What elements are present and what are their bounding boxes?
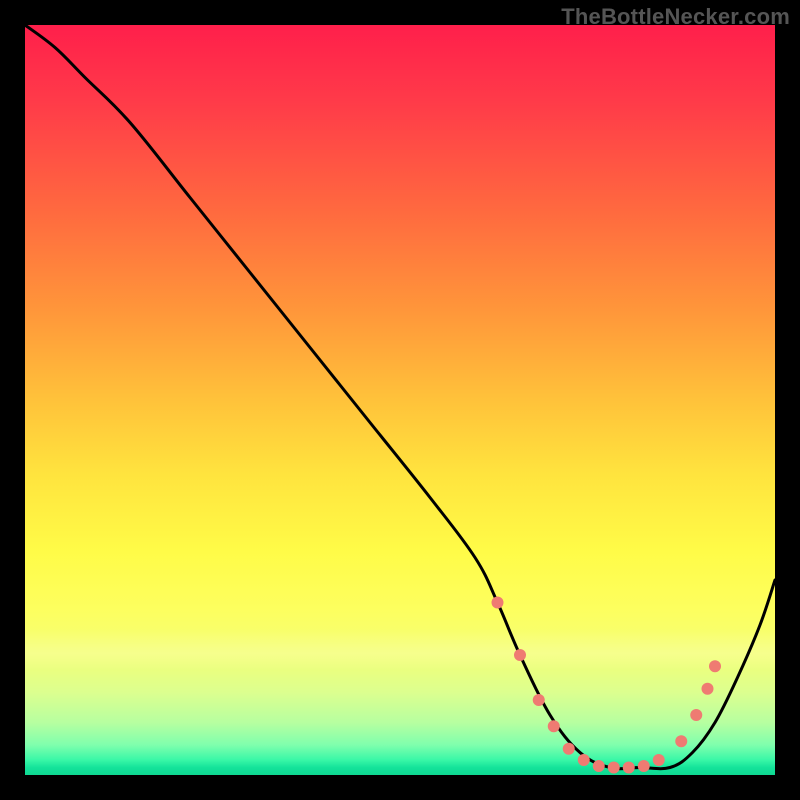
- sweet-spot-dot: [690, 709, 702, 721]
- sweet-spot-dot: [702, 683, 714, 695]
- sweet-spot-dot: [514, 649, 526, 661]
- sweet-spot-dot: [578, 754, 590, 766]
- sweet-spot-dot: [653, 754, 665, 766]
- sweet-spot-dot: [608, 762, 620, 774]
- sweet-spot-dot: [675, 735, 687, 747]
- sweet-spot-dot: [533, 694, 545, 706]
- sweet-spot-dot: [638, 760, 650, 772]
- sweet-spot-dot: [709, 660, 721, 672]
- sweet-spot-dot: [593, 760, 605, 772]
- sweet-spot-dot: [548, 720, 560, 732]
- bottleneck-curve: [25, 25, 775, 769]
- chart-frame: TheBottleNecker.com: [0, 0, 800, 800]
- sweet-spot-dot: [563, 743, 575, 755]
- plot-area: [25, 25, 775, 775]
- watermark-text: TheBottleNecker.com: [561, 4, 790, 30]
- sweet-spot-dot: [492, 597, 504, 609]
- sweet-spot-dots: [492, 597, 722, 774]
- sweet-spot-dot: [623, 762, 635, 774]
- curve-svg: [25, 25, 775, 775]
